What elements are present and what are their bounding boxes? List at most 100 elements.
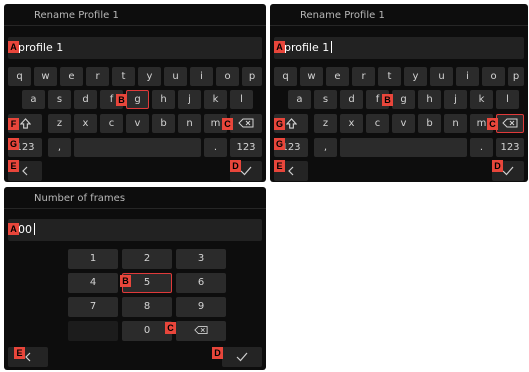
key-u[interactable]: u bbox=[164, 67, 187, 86]
key-d[interactable]: d bbox=[74, 90, 97, 109]
backspace-key[interactable] bbox=[230, 114, 262, 133]
key-j[interactable]: j bbox=[178, 90, 201, 109]
key-6[interactable]: 6 bbox=[176, 273, 226, 293]
key-comma[interactable]: , bbox=[48, 138, 71, 157]
key-z[interactable]: z bbox=[48, 114, 71, 133]
marker-g: G bbox=[274, 118, 285, 130]
key-a[interactable]: a bbox=[22, 90, 45, 109]
key-t[interactable]: t bbox=[112, 67, 135, 86]
key-y[interactable]: y bbox=[404, 67, 427, 86]
input-value: 00 bbox=[18, 223, 32, 236]
marker-e: E bbox=[274, 160, 285, 172]
key-j[interactable]: j bbox=[444, 90, 467, 109]
key-k[interactable]: k bbox=[470, 90, 493, 109]
text-caret bbox=[331, 41, 333, 53]
key-y[interactable]: y bbox=[138, 67, 161, 86]
key-w[interactable]: w bbox=[300, 67, 323, 86]
key-8[interactable]: 8 bbox=[122, 297, 172, 317]
key-g[interactable]: g bbox=[392, 90, 415, 109]
key-9[interactable]: 9 bbox=[176, 297, 226, 317]
key-c[interactable]: c bbox=[366, 114, 389, 133]
key-k[interactable]: k bbox=[204, 90, 227, 109]
key-comma[interactable]: , bbox=[314, 138, 337, 157]
marker-a: A bbox=[274, 41, 285, 53]
key-x[interactable]: x bbox=[340, 114, 363, 133]
key-s[interactable]: s bbox=[314, 90, 337, 109]
key-d[interactable]: d bbox=[340, 90, 363, 109]
marker-c: C bbox=[165, 322, 176, 334]
marker-e: E bbox=[8, 160, 19, 172]
checkmark-icon bbox=[236, 350, 248, 363]
key-i[interactable]: i bbox=[190, 67, 213, 86]
marker-d: D bbox=[212, 347, 223, 359]
key-p[interactable]: p bbox=[242, 67, 262, 86]
key-e[interactable]: e bbox=[326, 67, 349, 86]
key-s[interactable]: s bbox=[48, 90, 71, 109]
checkmark-icon bbox=[502, 164, 514, 177]
key-4[interactable]: 4 bbox=[68, 273, 118, 293]
key-1[interactable]: 1 bbox=[68, 249, 118, 269]
key-u[interactable]: u bbox=[430, 67, 453, 86]
key-z[interactable]: z bbox=[314, 114, 337, 133]
key-a[interactable]: a bbox=[288, 90, 311, 109]
marker-c: C bbox=[487, 118, 498, 130]
key-period[interactable]: . bbox=[204, 138, 227, 157]
key-i[interactable]: i bbox=[456, 67, 479, 86]
key-n[interactable]: n bbox=[178, 114, 201, 133]
confirm-button[interactable] bbox=[222, 347, 262, 367]
marker-g: G bbox=[8, 138, 19, 150]
key-w[interactable]: w bbox=[34, 67, 57, 86]
key-123[interactable]: 123 bbox=[496, 138, 524, 157]
key-q[interactable]: q bbox=[8, 67, 31, 86]
key-123[interactable]: 123 bbox=[230, 138, 262, 157]
key-period[interactable]: . bbox=[470, 138, 493, 157]
marker-c: C bbox=[222, 118, 233, 130]
blank-key bbox=[68, 321, 118, 341]
screen-title: Number of frames bbox=[4, 187, 266, 209]
key-r[interactable]: r bbox=[352, 67, 375, 86]
space-key[interactable] bbox=[74, 138, 201, 157]
key-o[interactable]: o bbox=[482, 67, 505, 86]
key-n[interactable]: n bbox=[444, 114, 467, 133]
chevron-left-icon bbox=[24, 350, 32, 363]
key-q[interactable]: q bbox=[274, 67, 297, 86]
key-v[interactable]: v bbox=[126, 114, 149, 133]
backspace-icon bbox=[502, 118, 518, 129]
marker-d: D bbox=[492, 160, 503, 172]
backspace-icon bbox=[194, 325, 208, 336]
screen-title: Rename Profile 1 bbox=[270, 4, 528, 26]
key-7[interactable]: 7 bbox=[68, 297, 118, 317]
key-3[interactable]: 3 bbox=[176, 249, 226, 269]
key-c[interactable]: c bbox=[100, 114, 123, 133]
key-e[interactable]: e bbox=[60, 67, 83, 86]
chevron-left-icon bbox=[287, 164, 295, 177]
marker-b: B bbox=[116, 94, 127, 106]
number-input-field[interactable]: 00 bbox=[8, 219, 262, 241]
key-l[interactable]: l bbox=[496, 90, 519, 109]
key-t[interactable]: t bbox=[378, 67, 401, 86]
key-h[interactable]: h bbox=[152, 90, 175, 109]
input-value: profile 1 bbox=[284, 41, 330, 54]
text-caret bbox=[34, 223, 35, 235]
text-input-field[interactable]: profile 1 bbox=[8, 37, 262, 59]
backspace-key-selected[interactable] bbox=[496, 114, 524, 133]
shift-arrow-icon bbox=[19, 117, 31, 129]
key-g-selected[interactable]: g bbox=[126, 90, 149, 109]
backspace-key[interactable] bbox=[176, 321, 226, 341]
key-2[interactable]: 2 bbox=[122, 249, 172, 269]
key-b[interactable]: b bbox=[418, 114, 441, 133]
rename-keyboard-screen-2: Rename Profile 1 profile 1 A q w e r t y… bbox=[270, 4, 528, 182]
key-h[interactable]: h bbox=[418, 90, 441, 109]
key-b[interactable]: b bbox=[152, 114, 175, 133]
text-input-field[interactable]: profile 1 bbox=[274, 37, 524, 59]
key-l[interactable]: l bbox=[230, 90, 253, 109]
rename-keyboard-screen-1: Rename Profile 1 profile 1 A q w e r t y… bbox=[4, 4, 266, 182]
key-p[interactable]: p bbox=[508, 67, 524, 86]
key-r[interactable]: r bbox=[86, 67, 109, 86]
space-key[interactable] bbox=[340, 138, 467, 157]
marker-d: D bbox=[230, 160, 241, 172]
marker-g-lower: G bbox=[274, 138, 285, 150]
key-v[interactable]: v bbox=[392, 114, 415, 133]
key-x[interactable]: x bbox=[74, 114, 97, 133]
key-o[interactable]: o bbox=[216, 67, 239, 86]
